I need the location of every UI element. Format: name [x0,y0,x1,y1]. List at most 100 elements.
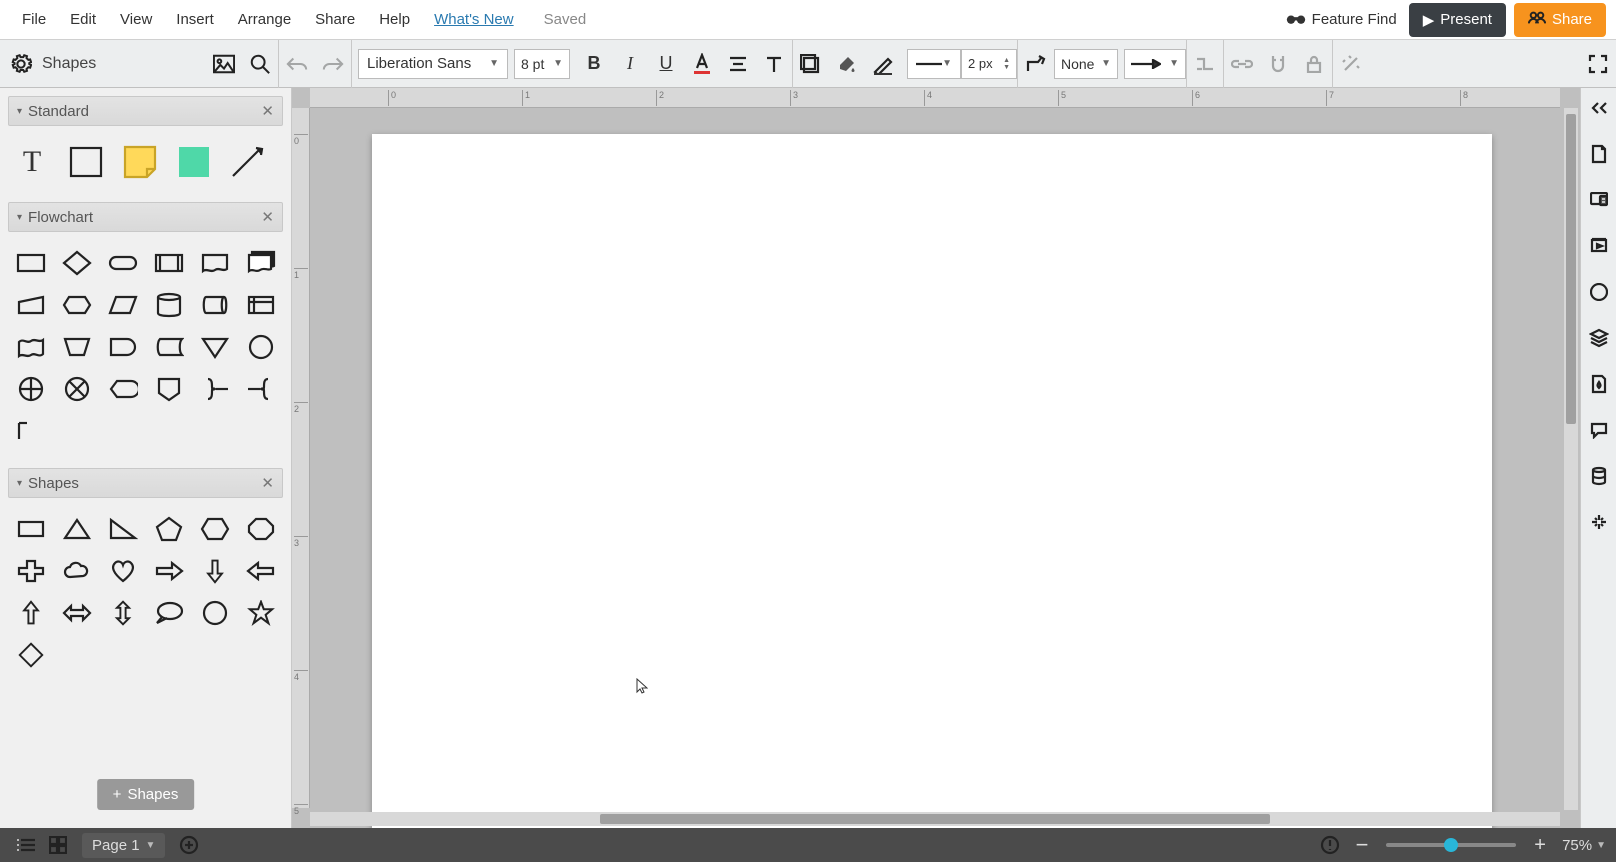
directdata-shape[interactable] [194,286,236,324]
block-shape[interactable] [66,142,106,182]
data-icon[interactable] [1587,464,1611,488]
updown-arrow-shape[interactable] [102,594,144,632]
master-page-icon[interactable] [1587,372,1611,396]
connector-shape[interactable] [240,328,282,366]
text-shape[interactable]: T [12,142,52,182]
menu-edit[interactable]: Edit [58,11,108,28]
grid-view-button[interactable] [42,829,74,861]
alert-icon[interactable] [1314,829,1346,861]
document-shape[interactable] [194,244,236,282]
cloud-shape[interactable] [56,552,98,590]
font-size-select[interactable]: 8 pt▼ [514,49,570,79]
circle-shape[interactable] [194,594,236,632]
sum-shape[interactable] [56,370,98,408]
vertical-scrollbar[interactable] [1564,108,1578,810]
font-family-select[interactable]: Liberation Sans▼ [358,49,508,79]
horizontal-scrollbar[interactable] [310,812,1560,826]
spark-icon[interactable] [1587,510,1611,534]
zoom-in-button[interactable]: + [1524,829,1556,861]
link-button[interactable] [1224,46,1260,82]
line-width-select[interactable]: 2 px▲▼ [961,49,1017,79]
canvas-page[interactable] [372,134,1492,828]
predefined-shape[interactable] [148,244,190,282]
scrollbar-thumb[interactable] [600,814,1270,824]
menu-file[interactable]: File [10,11,58,28]
redo-button[interactable] [315,46,351,82]
down-arrow-shape[interactable] [194,552,236,590]
zoom-out-button[interactable]: − [1346,829,1378,861]
scrollbar-thumb[interactable] [1566,114,1576,424]
hexagon-shape[interactable] [194,510,236,548]
data-shape[interactable] [102,286,144,324]
preparation-shape[interactable] [56,286,98,324]
border-color-button[interactable] [865,46,901,82]
list-view-button[interactable] [10,829,42,861]
fill-button[interactable] [793,46,829,82]
bold-button[interactable]: B [576,46,612,82]
database-shape[interactable] [148,286,190,324]
layers-icon[interactable] [1587,326,1611,350]
chat-icon[interactable] [1587,418,1611,442]
multidoc-shape[interactable] [240,244,282,282]
italic-button[interactable]: I [612,46,648,82]
internal-storage-shape[interactable] [240,286,282,324]
present-icon[interactable] [1587,234,1611,258]
close-icon[interactable]: ✕ [261,474,274,492]
close-icon[interactable]: ✕ [261,208,274,226]
zoom-value[interactable]: 75%▼ [1562,837,1606,854]
undo-button[interactable] [279,46,315,82]
up-arrow-shape[interactable] [10,594,52,632]
merge-shape[interactable] [194,328,236,366]
brace-left-shape[interactable] [240,370,282,408]
menu-whats-new[interactable]: What's New [422,11,526,28]
diamond-shape[interactable] [10,636,52,674]
process-shape[interactable] [10,244,52,282]
menu-share[interactable]: Share [303,11,367,28]
fullscreen-button[interactable] [1580,46,1616,82]
leftright-arrow-shape[interactable] [56,594,98,632]
panel-header-shapes[interactable]: ▾Shapes ✕ [8,468,283,498]
menu-arrange[interactable]: Arrange [226,11,303,28]
line-style-select[interactable]: ▼ [907,49,961,79]
card-shape[interactable] [10,412,52,450]
callout-shape[interactable] [148,594,190,632]
right-triangle-shape[interactable] [102,510,144,548]
gear-icon[interactable] [10,53,32,75]
or-shape[interactable] [10,370,52,408]
search-button[interactable] [242,46,278,82]
slider-knob[interactable] [1444,838,1458,852]
collapse-rail-button[interactable] [1587,96,1611,120]
pentagon-shape[interactable] [148,510,190,548]
hotspot-shape[interactable] [174,142,214,182]
page-icon[interactable] [1587,142,1611,166]
octagon-shape[interactable] [240,510,282,548]
magnet-button[interactable] [1260,46,1296,82]
delay-shape[interactable] [102,328,144,366]
add-shapes-button[interactable]: + Shapes [97,779,195,810]
decision-shape[interactable] [56,244,98,282]
comments-icon[interactable] [1587,188,1611,212]
line-shape[interactable] [228,142,268,182]
cross-shape[interactable] [10,552,52,590]
display-shape[interactable] [102,370,144,408]
heart-shape[interactable] [102,552,144,590]
text-tool-button[interactable] [756,46,792,82]
image-button[interactable] [206,46,242,82]
text-color-button[interactable] [684,46,720,82]
page-tab[interactable]: Page 1▼ [82,833,165,858]
triangle-shape[interactable] [56,510,98,548]
menu-help[interactable]: Help [367,11,422,28]
left-arrow-shape[interactable] [240,552,282,590]
close-icon[interactable]: ✕ [261,102,274,120]
offpage-shape[interactable] [148,370,190,408]
text-align-button[interactable] [720,46,756,82]
share-button[interactable]: Share [1514,3,1606,37]
history-icon[interactable] [1587,280,1611,304]
menu-view[interactable]: View [108,11,164,28]
star-shape[interactable] [240,594,282,632]
stored-data-shape[interactable] [148,328,190,366]
line-end-select[interactable]: ▼ [1124,49,1186,79]
feature-find-button[interactable]: Feature Find [1286,10,1397,30]
wand-button[interactable] [1333,46,1369,82]
terminator-shape[interactable] [102,244,144,282]
